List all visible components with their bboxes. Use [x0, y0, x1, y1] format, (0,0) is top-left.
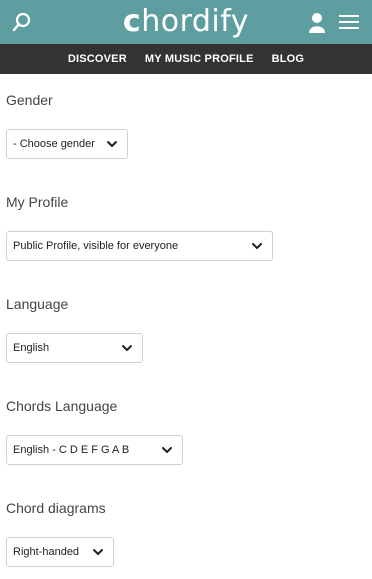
chevron-down-icon — [120, 341, 134, 355]
language-select-value: English — [13, 342, 50, 354]
gender-select[interactable]: - Choose gender — [6, 129, 128, 159]
gender-label: Gender — [6, 92, 53, 108]
nav-blog[interactable]: BLOG — [272, 53, 305, 65]
nav-my-music-profile[interactable]: MY MUSIC PROFILE — [145, 53, 254, 65]
chord-diagrams-label: Chord diagrams — [6, 500, 106, 516]
profile-select[interactable]: Public Profile, visible for everyone — [6, 231, 273, 261]
profile-select-value: Public Profile, visible for everyone — [13, 240, 179, 252]
language-select[interactable]: English — [6, 333, 143, 363]
hamburger-menu-icon[interactable] — [338, 12, 360, 32]
chords-language-select-value: English - C D E F G A B — [13, 444, 130, 456]
chords-language-select[interactable]: English - C D E F G A B — [6, 435, 183, 465]
logo-rest: hordify — [141, 4, 250, 39]
chords-language-label: Chords Language — [6, 398, 118, 414]
gender-select-value: - Choose gender — [13, 138, 95, 150]
language-label: Language — [6, 296, 69, 312]
chevron-down-icon — [91, 545, 105, 559]
logo-prefix: c — [122, 4, 142, 39]
main-nav: DISCOVER MY MUSIC PROFILE BLOG — [0, 44, 372, 74]
chevron-down-icon — [160, 443, 174, 457]
chord-diagrams-select-value: Right-handed — [13, 546, 80, 558]
chord-diagrams-select[interactable]: Right-handed — [6, 537, 114, 567]
app-header: chordify — [0, 0, 372, 44]
nav-discover[interactable]: DISCOVER — [68, 53, 127, 65]
profile-label: My Profile — [6, 194, 69, 210]
user-icon[interactable] — [306, 11, 328, 35]
chevron-down-icon — [250, 239, 264, 253]
chevron-down-icon — [105, 137, 119, 151]
